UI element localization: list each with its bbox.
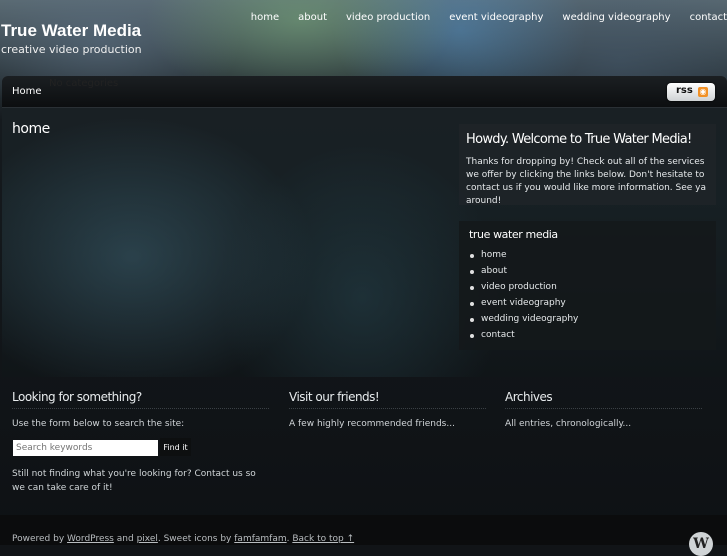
wordpress-logo-icon[interactable]: W bbox=[689, 532, 713, 556]
category-note: No categories bbox=[49, 78, 119, 89]
sidebar-link-home[interactable]: home bbox=[481, 250, 507, 260]
site-title[interactable]: True Water Media bbox=[1, 21, 141, 41]
nav-home[interactable]: home bbox=[251, 12, 279, 23]
archives-widget-text: All entries, chronologically... bbox=[505, 419, 632, 429]
sidebar-link-wedding-videography[interactable]: wedding videography bbox=[481, 314, 578, 324]
sidebar-link-video-production[interactable]: video production bbox=[481, 282, 557, 292]
list-item: wedding videography bbox=[469, 314, 578, 330]
welcome-box: Howdy. Welcome to True Water Media! Than… bbox=[459, 124, 716, 206]
rss-label: rss bbox=[676, 85, 693, 96]
top-navigation: home about video production event videograp… bbox=[232, 5, 727, 23]
sidebar-links-box: true water media home about video produc… bbox=[459, 221, 716, 350]
friends-widget-title: Visit our friends! bbox=[289, 390, 486, 409]
footer-and: and bbox=[116, 534, 134, 544]
nav-video-production[interactable]: video production bbox=[346, 12, 430, 23]
welcome-title: Howdy. Welcome to True Water Media! bbox=[466, 132, 692, 147]
back-to-top-link[interactable]: Back to top ↑ bbox=[292, 534, 354, 544]
nav-wedding-videography[interactable]: wedding videography bbox=[562, 12, 670, 23]
nav-contact[interactable]: contact bbox=[690, 12, 727, 23]
rss-button[interactable]: rss ◉ bbox=[667, 83, 715, 101]
nav-about[interactable]: about bbox=[298, 12, 327, 23]
famfamfam-link[interactable]: famfamfam bbox=[234, 534, 286, 544]
list-item: contact bbox=[469, 330, 578, 346]
sidebar-link-about[interactable]: about bbox=[481, 266, 507, 276]
rss-feed-icon: ◉ bbox=[698, 87, 708, 97]
search-help-text: Still not finding what you're looking fo… bbox=[12, 469, 256, 493]
nav-event-videography[interactable]: event videography bbox=[449, 12, 543, 23]
search-widget-title: Looking for something? bbox=[12, 390, 269, 409]
welcome-text: Thanks for dropping by! Check out all of… bbox=[466, 157, 706, 206]
page-title: home bbox=[12, 121, 50, 137]
search-widget: Looking for something? Use the form belo… bbox=[12, 390, 269, 431]
breadcrumb-home-link[interactable]: Home bbox=[12, 86, 42, 97]
footer-credits: Powered by WordPress and pixel. Sweet ic… bbox=[12, 534, 355, 544]
sidebar-link-contact[interactable]: contact bbox=[481, 330, 515, 340]
friends-widget: Visit our friends! A few highly recommen… bbox=[289, 390, 486, 431]
wordpress-link[interactable]: WordPress bbox=[67, 534, 114, 544]
footer-sweet-icons: . Sweet icons by bbox=[157, 534, 232, 544]
footer-powered-by: Powered by bbox=[12, 534, 65, 544]
site-description: creative video production bbox=[1, 43, 142, 56]
archives-widget: Archives All entries, chronologically... bbox=[505, 390, 702, 431]
archives-widget-title: Archives bbox=[505, 390, 702, 409]
search-widget-text: Use the form below to search the site: bbox=[12, 419, 185, 429]
list-item: video production bbox=[469, 282, 578, 298]
search-button[interactable]: Find it bbox=[160, 438, 191, 456]
sidebar-link-event-videography[interactable]: event videography bbox=[481, 298, 566, 308]
sidebar-links-title: true water media bbox=[469, 228, 558, 241]
list-item: about bbox=[469, 266, 578, 282]
search-input[interactable] bbox=[13, 440, 158, 456]
pixel-link[interactable]: pixel bbox=[137, 534, 158, 544]
sidebar-links-list: home about video production event videog… bbox=[469, 250, 578, 346]
friends-widget-text: A few highly recommended friends... bbox=[289, 419, 455, 429]
list-item: home bbox=[469, 250, 578, 266]
list-item: event videography bbox=[469, 298, 578, 314]
